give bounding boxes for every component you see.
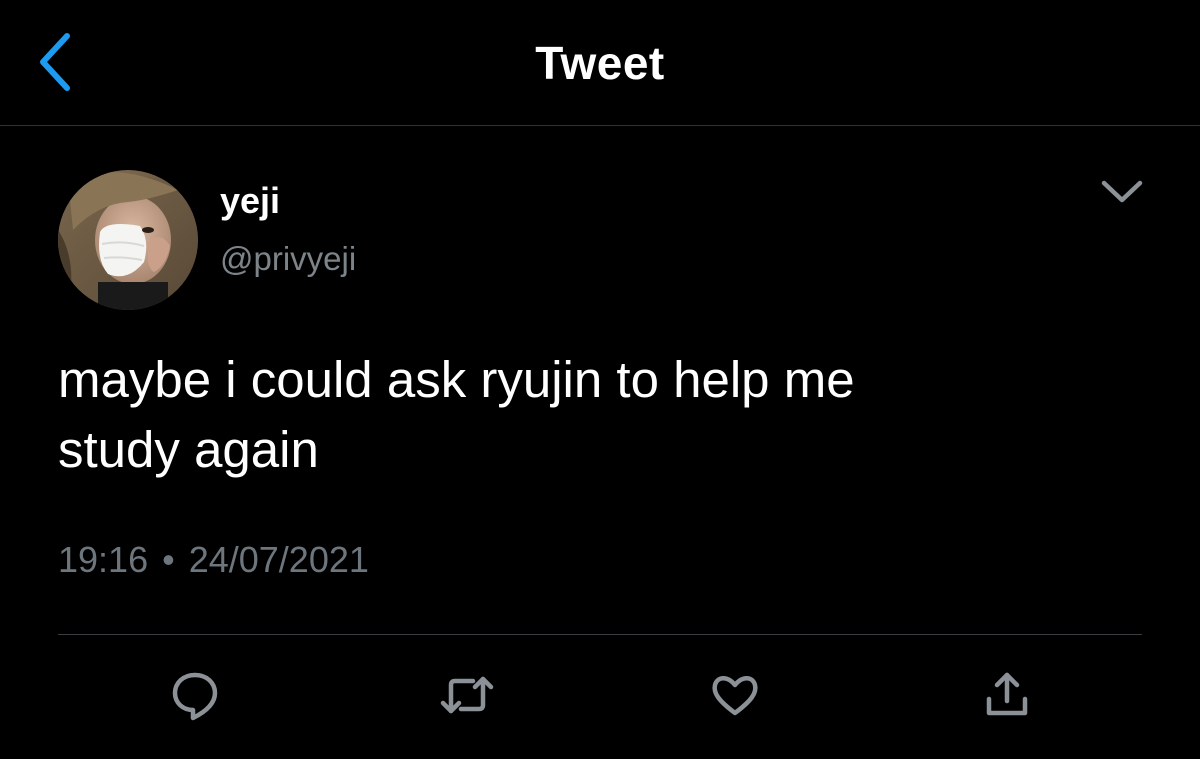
retweet-icon xyxy=(440,676,494,714)
tweet-timestamp: 19:16 • 24/07/2021 xyxy=(58,539,369,581)
heart-icon xyxy=(712,676,758,716)
divider xyxy=(58,634,1142,635)
meta-separator: • xyxy=(162,539,175,580)
share-icon xyxy=(986,672,1028,716)
author-display-name[interactable]: yeji xyxy=(220,180,280,222)
top-nav-bar: Tweet xyxy=(0,0,1200,126)
page-title: Tweet xyxy=(535,37,665,89)
tweet-text-line: study again xyxy=(58,421,319,478)
author-handle[interactable]: @privyeji xyxy=(220,240,356,278)
tweet-date: 24/07/2021 xyxy=(188,539,369,580)
profile-photo xyxy=(58,170,198,310)
like-button[interactable] xyxy=(700,660,770,730)
tweet-text-line: maybe i could ask ryujin to help me xyxy=(58,351,855,408)
reply-button[interactable] xyxy=(160,660,230,730)
tweet-text: maybe i could ask ryujin to help me stud… xyxy=(58,345,1138,485)
chevron-down-icon xyxy=(1101,180,1143,203)
reply-icon xyxy=(172,672,218,721)
avatar[interactable] xyxy=(58,170,198,310)
share-button[interactable] xyxy=(972,660,1042,730)
tweet-time: 19:16 xyxy=(58,539,149,580)
more-options-button[interactable] xyxy=(1094,170,1150,214)
retweet-button[interactable] xyxy=(432,660,502,730)
tweet-action-bar xyxy=(0,660,1200,730)
